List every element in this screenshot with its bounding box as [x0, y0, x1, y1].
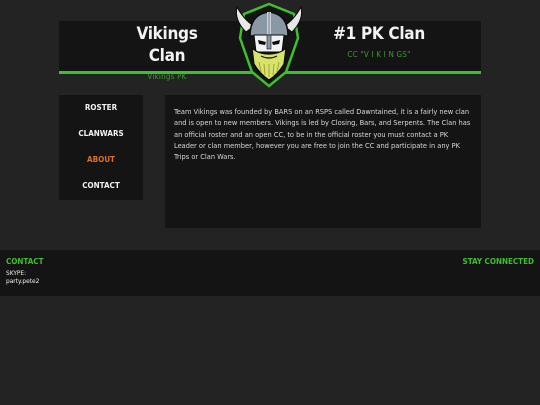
footer-contact-heading: CONTACT — [6, 257, 44, 266]
header-right-block: #1 PK Clan CC "V I K I N GS" — [324, 21, 434, 59]
nav-item-clanwars[interactable]: CLANWARS — [59, 121, 143, 147]
skype-handle: party.pete2 — [6, 277, 40, 285]
viking-helmet-logo-icon — [228, 2, 310, 88]
about-text: Team Vikings was founded by BARS on an R… — [174, 107, 471, 162]
sidebar-nav: ROSTER CLANWARS ABOUT CONTACT — [59, 95, 143, 200]
nav-item-contact[interactable]: CONTACT — [59, 173, 143, 199]
tagline-title: #1 PK Clan — [333, 24, 425, 44]
about-panel: Team Vikings was founded by BARS on an R… — [165, 95, 481, 228]
skype-label: SKYPE: — [6, 269, 27, 277]
clan-chat-name: CC "V I K I N GS" — [347, 50, 411, 59]
stay-connected-heading: STAY CONNECTED — [462, 257, 534, 266]
nav-item-roster[interactable]: ROSTER — [59, 95, 143, 121]
site-title: Vikings Clan — [136, 24, 198, 66]
footer: CONTACT SKYPE: party.pete2 STAY CONNECTE… — [0, 250, 540, 296]
nav-item-about[interactable]: ABOUT — [59, 147, 143, 173]
footer-skype-info: SKYPE: party.pete2 — [6, 269, 39, 285]
